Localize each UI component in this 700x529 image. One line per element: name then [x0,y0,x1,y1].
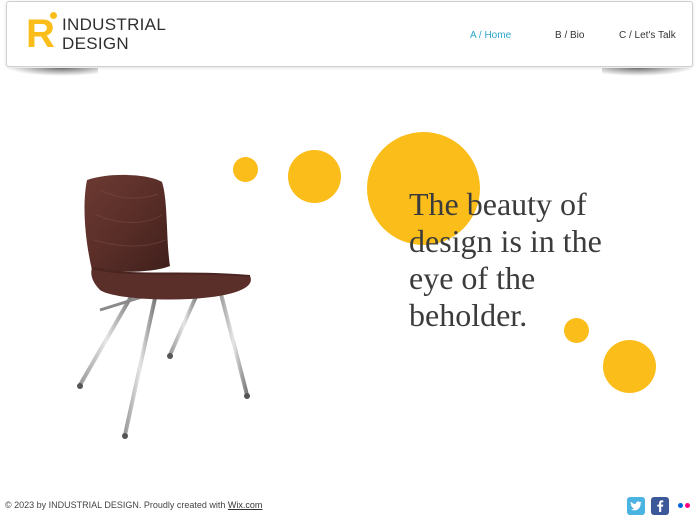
nav-home[interactable]: A / Home [470,30,511,41]
header-shadow-left [8,68,98,76]
flickr-dot-blue [678,503,683,508]
header-shadow-right [602,68,692,76]
footer-wix-link[interactable]: Wix.com [228,500,263,510]
site-header: R INDUSTRIAL DESIGN A / Home B / Bio C /… [6,1,693,67]
chair-image [77,174,251,439]
logo-line-1: INDUSTRIAL [62,15,167,34]
logo-line-2: DESIGN [62,34,129,53]
quote-line-2: design is in the [409,223,602,259]
twitter-icon[interactable] [627,497,645,515]
quote-line-3: eye of the [409,260,536,296]
nav-lets-talk[interactable]: C / Let's Talk [619,30,676,41]
decor-circle-5 [603,340,656,393]
footer-copyright: © 2023 by INDUSTRIAL DESIGN. Proudly cre… [5,500,262,510]
quote-line-1: The beauty of [409,186,587,222]
footer-text: © 2023 by INDUSTRIAL DESIGN. Proudly cre… [5,500,228,510]
logo-text: INDUSTRIAL DESIGN [62,15,166,53]
flickr-dot-pink [685,503,690,508]
logo-mark: R [26,12,55,56]
decor-circle-2 [288,150,341,203]
flickr-icon[interactable] [678,503,692,509]
site-logo[interactable]: R INDUSTRIAL DESIGN [26,12,166,58]
quote-line-4: beholder. [409,297,528,333]
logo-dot [50,12,57,19]
facebook-icon[interactable] [651,497,669,515]
nav-bio[interactable]: B / Bio [555,30,584,41]
hero-quote: The beauty of design is in the eye of th… [409,186,659,334]
